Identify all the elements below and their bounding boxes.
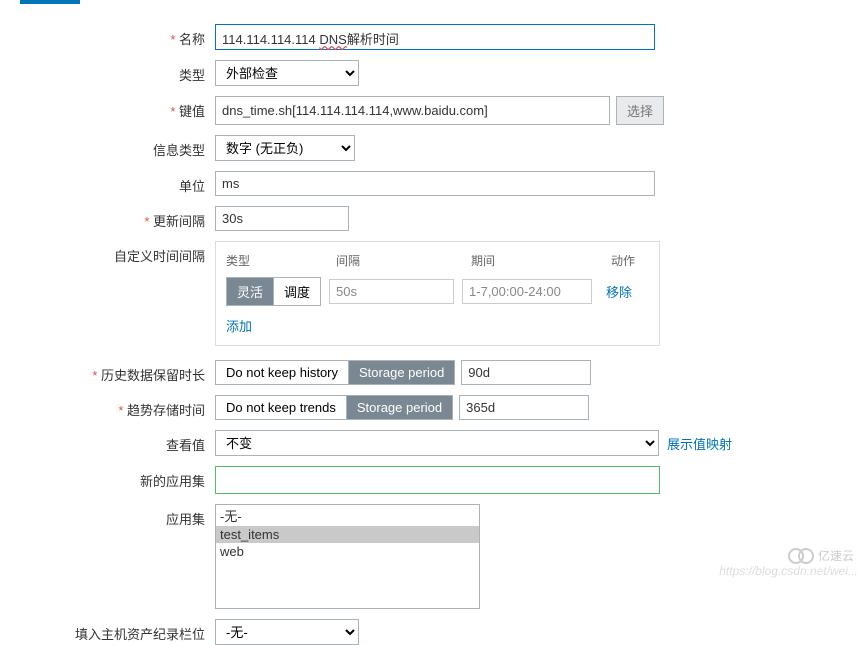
header-action: 动作 (611, 252, 635, 269)
header-period: 期间 (471, 252, 611, 269)
watermark-text: https://blog.csdn.net/wei... (719, 564, 858, 578)
new-app-wrapper (215, 466, 660, 494)
list-item[interactable]: test_items (216, 526, 479, 543)
type-label: 类型 (10, 60, 215, 84)
trends-nokeep-button[interactable]: Do not keep trends (216, 396, 346, 419)
update-interval-input[interactable] (215, 206, 349, 231)
new-app-input[interactable] (218, 471, 657, 490)
trends-storage-button[interactable]: Storage period (346, 396, 452, 419)
type-select[interactable]: 外部检查 (215, 60, 359, 86)
key-label: 键值 (10, 96, 215, 120)
info-type-select[interactable]: 数字 (无正负) (215, 135, 355, 161)
custom-interval-label: 自定义时间间隔 (10, 241, 215, 265)
view-label: 查看值 (10, 430, 215, 454)
update-interval-label: 更新间隔 (10, 206, 215, 230)
header-interval: 间隔 (336, 252, 471, 269)
info-type-label: 信息类型 (10, 135, 215, 159)
period-input[interactable] (462, 279, 592, 304)
select-button[interactable]: 选择 (616, 96, 664, 125)
view-select[interactable]: 不变 (215, 430, 659, 456)
key-input[interactable] (215, 96, 610, 125)
flexible-button[interactable]: 灵活 (227, 278, 273, 305)
unit-input[interactable] (215, 171, 655, 196)
dns-text: DNS (319, 32, 346, 47)
appset-listbox[interactable]: -无- test_items web (215, 504, 480, 609)
name-label: 名称 (10, 24, 215, 48)
new-app-label: 新的应用集 (10, 466, 215, 490)
add-link[interactable]: 添加 (226, 319, 252, 334)
list-item[interactable]: -无- (216, 505, 479, 526)
history-nokeep-button[interactable]: Do not keep history (216, 361, 348, 384)
remove-link[interactable]: 移除 (606, 282, 632, 301)
history-label: 历史数据保留时长 (10, 360, 215, 384)
appset-label: 应用集 (10, 504, 215, 528)
trends-value-input[interactable] (459, 395, 589, 420)
interval-input[interactable] (329, 279, 454, 304)
asset-label: 填入主机资产纪录栏位 (10, 619, 215, 643)
name-input[interactable]: 114.114.114.114 DNS解析时间 (215, 24, 655, 50)
unit-label: 单位 (10, 171, 215, 195)
view-map-link[interactable]: 展示值映射 (667, 434, 732, 453)
trends-label: 趋势存储时间 (10, 395, 215, 419)
list-item[interactable]: web (216, 543, 479, 560)
interval-type-group: 灵活 调度 (226, 277, 321, 306)
custom-interval-box: 类型 间隔 期间 动作 灵活 调度 移除 添加 (215, 241, 660, 346)
brand-logo: 亿速云 (788, 547, 854, 564)
history-value-input[interactable] (461, 360, 591, 385)
header-type: 类型 (226, 252, 336, 269)
history-storage-button[interactable]: Storage period (348, 361, 454, 384)
asset-select[interactable]: -无- (215, 619, 359, 645)
schedule-button[interactable]: 调度 (273, 278, 320, 305)
